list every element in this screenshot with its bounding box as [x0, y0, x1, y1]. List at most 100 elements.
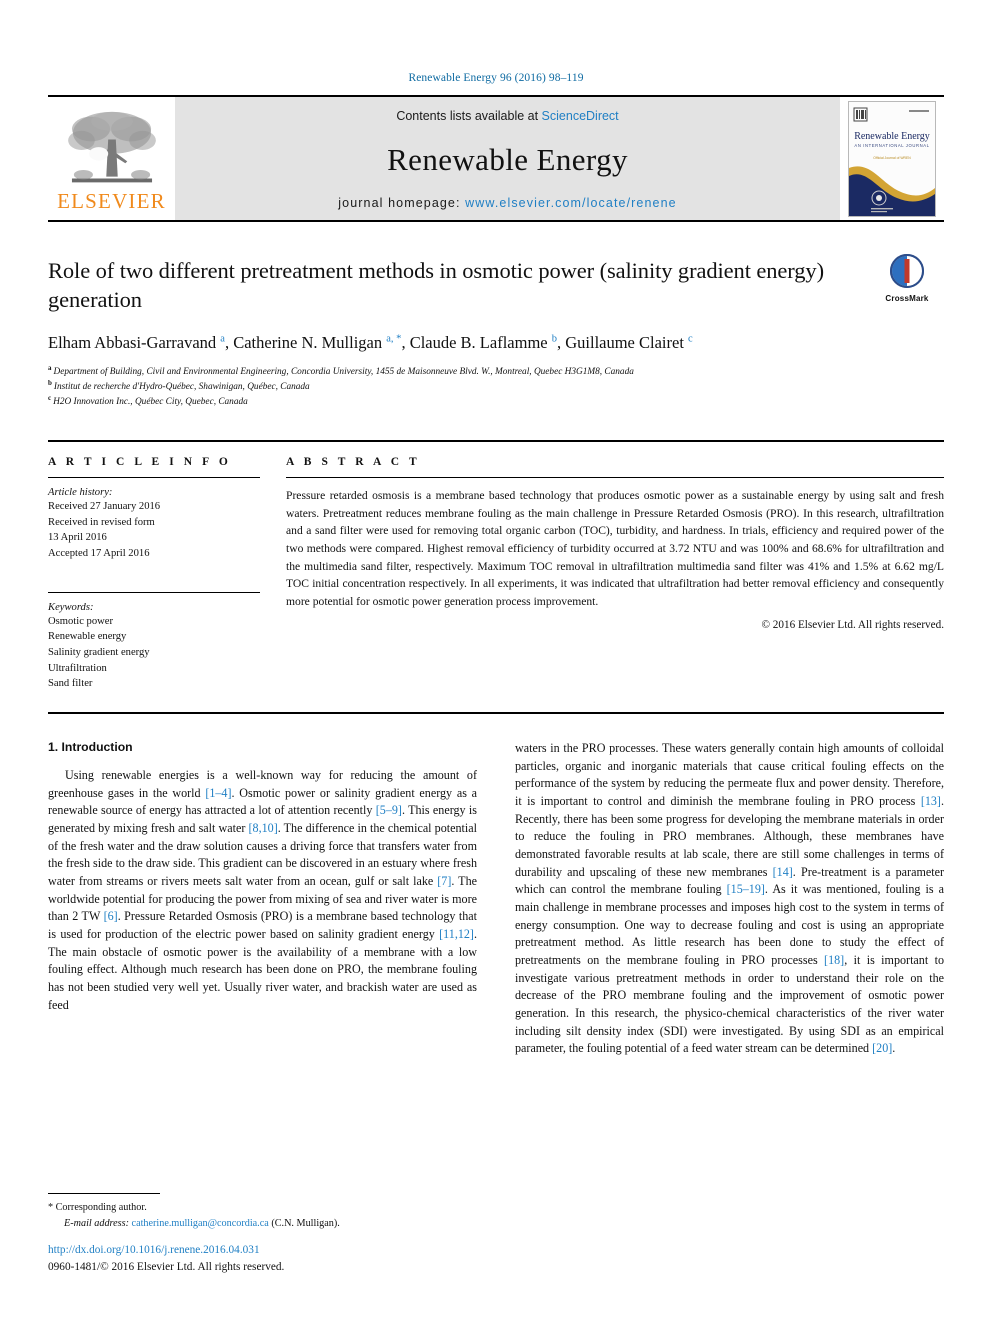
footnote-corresponding-line: * Corresponding author.	[48, 1200, 458, 1215]
page-title: Role of two different pretreatment metho…	[48, 258, 824, 313]
elsevier-logo: ELSEVIER	[48, 97, 175, 220]
journal-masthead: ELSEVIER Contents lists available at Sci…	[48, 95, 944, 222]
body-column-right: waters in the PRO processes. These water…	[515, 740, 944, 1058]
page-footer: http://dx.doi.org/10.1016/j.renene.2016.…	[48, 1242, 508, 1275]
title-area: CrossMark Role of two different pretreat…	[48, 254, 944, 410]
keywords-label: Keywords:	[48, 601, 94, 613]
crossmark-label: CrossMark	[885, 294, 929, 303]
affiliation-mark: a	[48, 363, 52, 372]
running-head: Renewable Energy 96 (2016) 98–119	[408, 72, 584, 84]
email-address-label: E-mail address:	[64, 1217, 129, 1229]
affiliation-mark: c	[48, 393, 52, 402]
cover-image: Renewable Energy AN INTERNATIONAL JOURNA…	[848, 100, 936, 217]
svg-text:Official Journal of WREN: Official Journal of WREN	[873, 156, 911, 160]
article-history-line: Accepted 17 April 2016	[48, 548, 150, 560]
author-affil-mark: c	[688, 333, 693, 344]
paragraph-text: waters in the PRO processes. These water…	[515, 741, 944, 809]
section-heading-introduction: 1. Introduction	[48, 740, 133, 755]
homepage-prefix: journal homepage:	[338, 196, 466, 210]
contents-available-line: Contents lists available at ScienceDirec…	[396, 109, 618, 123]
paragraph-text: .	[892, 1041, 896, 1056]
contents-prefix: Contents lists available at	[396, 109, 542, 123]
article-history-line: 13 April 2016	[48, 532, 107, 544]
citation-link[interactable]: [7]	[437, 874, 451, 888]
journal-banner: Contents lists available at ScienceDirec…	[175, 97, 840, 220]
article-info-heading: A R T I C L E I N F O	[48, 456, 232, 469]
author-name: Elham Abbasi-Garravand	[48, 332, 217, 352]
issn-copyright-line: 0960-1481/© 2016 Elsevier Ltd. All right…	[48, 1260, 285, 1273]
citation-link[interactable]: [18]	[824, 953, 844, 967]
corresponding-author-footnote: * Corresponding author. E-mail address: …	[48, 1193, 458, 1231]
article-history-label: Article history:	[48, 487, 113, 499]
body-columns: 1. Introduction Using renewable energies…	[48, 740, 944, 1058]
abstract-text: Pressure retarded osmosis is a membrane …	[286, 489, 944, 608]
homepage-url-link[interactable]: www.elsevier.com/locate/renene	[465, 196, 677, 210]
abstract-copyright: © 2016 Elsevier Ltd. All rights reserved…	[761, 619, 945, 632]
affiliation-text: H2O Innovation Inc., Québec City, Quebec…	[53, 397, 248, 408]
footnote-star: *	[48, 1202, 54, 1214]
author-sep: ,	[401, 332, 410, 352]
affiliation-text: Department of Building, Civil and Enviro…	[53, 366, 634, 377]
crossmark-badge-block[interactable]: CrossMark	[870, 254, 944, 303]
keyword-item: Renewable energy	[48, 631, 127, 643]
elsevier-tree-icon	[67, 111, 156, 182]
citation-link[interactable]: [15–19]	[727, 882, 765, 896]
article-info-rule	[48, 477, 260, 479]
cover-artwork-icon: Renewable Energy AN INTERNATIONAL JOURNA…	[849, 101, 935, 216]
body-column-left: 1. Introduction Using renewable energies…	[48, 740, 477, 1058]
journal-homepage-line: journal homepage: www.elsevier.com/locat…	[338, 196, 676, 210]
author-item: Elham Abbasi-Garravand a	[48, 333, 225, 352]
abstract-column: A B S T R A C T Pressure retarded osmosi…	[286, 456, 944, 692]
citation-link[interactable]: [11,12]	[439, 927, 474, 941]
keywords-rule	[48, 591, 260, 593]
affiliation-mark: b	[48, 378, 52, 387]
svg-text:Renewable Energy: Renewable Energy	[854, 131, 930, 142]
corresponding-email-link[interactable]: catherine.mulligan@concordia.ca	[132, 1218, 269, 1229]
keyword-item: Ultrafiltration	[48, 662, 107, 674]
citation-link[interactable]: [8,10]	[249, 821, 278, 835]
footnote-rule	[48, 1193, 160, 1195]
author-sep: ,	[224, 332, 234, 352]
author-affil-mark: a, *	[386, 333, 402, 344]
keyword-item: Salinity gradient energy	[48, 647, 150, 659]
paragraph-text: , it is important to investigate various…	[515, 952, 944, 1056]
abstract-heading: A B S T R A C T	[286, 456, 421, 469]
author-name: Catherine N. Mulligan	[233, 332, 383, 352]
author-item: Catherine N. Mulligan a, *	[233, 333, 401, 352]
affiliation-text: Institut de recherche d'Hydro-Québec, Sh…	[53, 381, 310, 392]
affiliation-list: a Department of Building, Civil and Envir…	[48, 363, 944, 410]
info-abstract-band: A R T I C L E I N F O Article history: R…	[48, 440, 944, 715]
crossmark-icon	[890, 254, 924, 288]
abstract-rule	[286, 477, 944, 479]
keywords-block: Keywords: Osmotic power Renewable energy…	[48, 591, 260, 692]
sciencedirect-link[interactable]: ScienceDirect	[542, 109, 619, 123]
footnote-corresponding-text: Corresponding author.	[55, 1202, 147, 1214]
article-info-column: A R T I C L E I N F O Article history: R…	[48, 456, 260, 692]
journal-cover-thumb: Renewable Energy AN INTERNATIONAL JOURNA…	[840, 97, 944, 220]
citation-link[interactable]: [6]	[104, 909, 118, 923]
keyword-item: Sand filter	[48, 678, 93, 690]
intro-paragraph-right: waters in the PRO processes. These water…	[515, 740, 944, 1058]
author-item: Guillaume Clairet c	[565, 333, 692, 352]
citation-link[interactable]: [14]	[773, 865, 793, 879]
affiliation-item: a Department of Building, Civil and Envir…	[48, 363, 944, 380]
keyword-item: Osmotic power	[48, 615, 114, 627]
affiliation-item: b Institut de recherche d'Hydro-Québec, S…	[48, 378, 944, 395]
author-name: Claude B. Laflamme	[409, 332, 548, 352]
author-item: Claude B. Laflamme b	[410, 333, 557, 352]
author-list: Elham Abbasi-Garravand a, Catherine N. M…	[48, 331, 838, 354]
author-sep: ,	[556, 332, 566, 352]
citation-link[interactable]: [1–4]	[205, 786, 231, 800]
journal-title: Renewable Energy	[387, 141, 628, 177]
article-history-line: Received 27 January 2016	[48, 501, 161, 513]
svg-text:AN INTERNATIONAL JOURNAL: AN INTERNATIONAL JOURNAL	[854, 143, 929, 148]
paper-page: Renewable Energy 96 (2016) 98–119 ELSEVI…	[0, 0, 992, 1323]
author-name: Guillaume Clairet	[565, 332, 684, 352]
article-history-line: Received in revised form	[48, 516, 155, 528]
citation-link[interactable]: [13]	[921, 794, 941, 808]
doi-link[interactable]: http://dx.doi.org/10.1016/j.renene.2016.…	[48, 1242, 508, 1258]
citation-link[interactable]: [5–9]	[376, 803, 402, 817]
corresponding-email-suffix: (C.N. Mulligan).	[271, 1217, 340, 1229]
intro-paragraph-left: Using renewable energies is a well-known…	[48, 767, 477, 1014]
citation-link[interactable]: [20]	[872, 1041, 892, 1055]
